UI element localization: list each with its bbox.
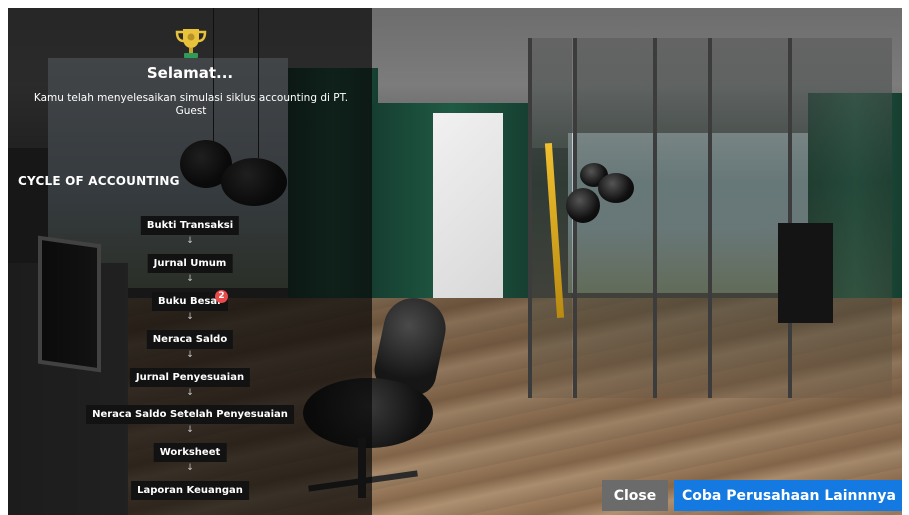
whiteboard — [433, 113, 503, 318]
arrow-down-icon: ↓ — [186, 463, 194, 473]
completion-panel: Selamat... Kamu telah menyelesaikan simu… — [8, 8, 372, 515]
glass-panel-3 — [653, 38, 712, 398]
step-neraca-saldo: Neraca Saldo — [146, 330, 234, 349]
step-worksheet: Worksheet — [153, 443, 227, 462]
arrow-down-icon: ↓ — [186, 312, 194, 322]
arrow-down-icon: ↓ — [186, 236, 194, 246]
step-bukti-transaksi: Bukti Transaksi — [140, 216, 240, 235]
step-jurnal-penyesuaian: Jurnal Penyesuaian — [129, 368, 251, 387]
step-jurnal-umum: Jurnal Umum — [147, 254, 233, 273]
pendant-lamp-5 — [566, 188, 600, 223]
arrow-down-icon: ↓ — [186, 388, 194, 398]
notification-badge: 2 — [215, 290, 228, 303]
step-laporan-keuangan: Laporan Keuangan — [131, 481, 249, 500]
game-viewport[interactable]: Selamat... Kamu telah menyelesaikan simu… — [8, 8, 902, 515]
arrow-down-icon: ↓ — [186, 425, 194, 435]
arrow-down-icon: ↓ — [186, 274, 194, 284]
close-button[interactable]: Close — [602, 480, 668, 511]
step-neraca-saldo-setelah-penyesuaian: Neraca Saldo Setelah Penyesuaian — [86, 405, 294, 424]
trophy-icon — [175, 29, 207, 58]
cycle-title: CYCLE OF ACCOUNTING — [18, 174, 180, 188]
arrow-down-icon: ↓ — [186, 350, 194, 360]
completion-message: Kamu telah menyelesaikan simulasi siklus… — [33, 92, 349, 117]
glass-panel-4 — [708, 38, 792, 398]
glass-panel-5 — [788, 38, 892, 398]
black-cabinet — [778, 223, 833, 323]
pendant-lamp-4 — [598, 173, 634, 203]
try-other-company-button[interactable]: Coba Perusahaan Lainnnya — [674, 480, 902, 511]
congrats-title: Selamat... — [146, 64, 234, 82]
